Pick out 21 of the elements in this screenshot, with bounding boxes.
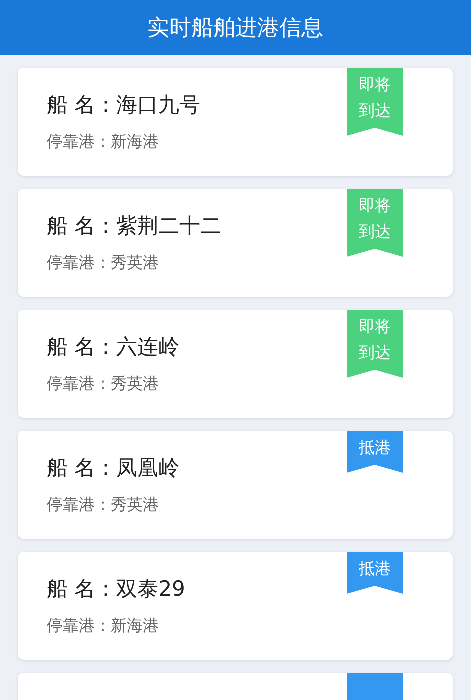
ship-card[interactable]: 船 名：凤凰岭 停靠港：秀英港 抵港 bbox=[18, 431, 453, 539]
ship-card[interactable]: 船 名：海口九号 停靠港：新海港 即将到达 bbox=[18, 68, 453, 176]
ship-card[interactable]: 船 名：六连岭 停靠港：秀英港 即将到达 bbox=[18, 310, 453, 418]
status-ribbon: 即将到达 bbox=[347, 68, 403, 136]
berth-port: 停靠港：新海港 bbox=[47, 131, 159, 153]
ship-card[interactable]: 船 名：紫荆二十二 停靠港：秀英港 即将到达 bbox=[18, 189, 453, 297]
status-ribbon: 抵港 bbox=[347, 552, 403, 594]
ship-card[interactable]: 船 名：双泰29 停靠港：新海港 抵港 bbox=[18, 552, 453, 660]
status-ribbon: 即将到达 bbox=[347, 189, 403, 257]
ship-name: 船 名：六连岭 bbox=[47, 334, 180, 361]
status-ribbon: 即将到达 bbox=[347, 310, 403, 378]
ship-name: 船 名：海口九号 bbox=[47, 92, 201, 119]
berth-port: 停靠港：秀英港 bbox=[47, 373, 159, 395]
berth-port: 停靠港：秀英港 bbox=[47, 252, 159, 274]
ship-name: 船 名：凤凰岭 bbox=[47, 455, 180, 482]
page-title: 实时船舶进港信息 bbox=[148, 14, 324, 42]
berth-port: 停靠港：新海港 bbox=[47, 615, 159, 637]
status-ribbon: 抵港 bbox=[347, 431, 403, 473]
ship-name: 船 名：双泰29 bbox=[47, 576, 186, 603]
ship-name: 船 名：紫荆二十二 bbox=[47, 213, 222, 240]
berth-port: 停靠港：秀英港 bbox=[47, 494, 159, 516]
